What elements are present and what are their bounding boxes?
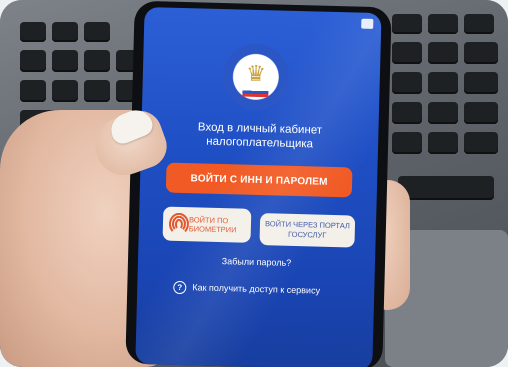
photo-frame: ♛ Вход в личный кабинет налогоплательщик…: [0, 0, 508, 367]
login-biometrics-label: ВОЙТИ ПО БИОМЕТРИИ: [188, 215, 237, 235]
forgot-password-link[interactable]: Забыли пароль?: [138, 254, 375, 270]
keyboard-key: [84, 50, 110, 72]
keyboard-key: [428, 14, 458, 34]
login-inn-password-button[interactable]: ВОЙТИ С ИНН И ПАРОЛЕМ: [165, 162, 353, 198]
keyboard-key: [84, 22, 110, 42]
keyboard-key: [84, 80, 110, 102]
smartphone: ♛ Вход в личный кабинет налогоплательщик…: [125, 0, 392, 367]
eagle-icon: ♛: [245, 60, 267, 87]
keyboard-key: [20, 22, 46, 42]
keyboard-key: [52, 50, 78, 72]
login-biometrics-button[interactable]: ВОЙТИ ПО БИОМЕТРИИ: [162, 206, 252, 243]
keyboard-spacebar: [398, 176, 494, 200]
access-help-link[interactable]: ? Как получить доступ к сервису: [173, 280, 320, 298]
keyboard-key: [20, 50, 46, 72]
question-circle-icon: ?: [173, 280, 187, 294]
keyboard-key: [428, 42, 458, 64]
phone-screen: ♛ Вход в личный кабинет налогоплательщик…: [135, 6, 382, 367]
login-gosuslugi-button[interactable]: ВОЙТИ ЧЕРЕЗ ПОРТАЛ ГОСУСЛУГ: [259, 213, 356, 248]
keyboard-key: [52, 22, 78, 42]
keyboard-key: [464, 14, 494, 34]
access-help-label: Как получить доступ к сервису: [192, 282, 321, 296]
keyboard-key: [428, 132, 458, 154]
notification-icon: [361, 18, 374, 29]
keyboard-key: [428, 72, 458, 94]
keyboard-key: [392, 14, 422, 34]
keyboard-key: [392, 132, 422, 154]
keyboard-key: [428, 102, 458, 124]
keyboard-key: [464, 102, 498, 124]
keyboard-key: [464, 42, 498, 64]
tax-service-emblem-icon: ♛: [221, 43, 290, 111]
keyboard-key: [20, 80, 46, 102]
login-title: Вход в личный кабинет налогоплательщика: [197, 121, 323, 151]
keyboard-key: [392, 72, 422, 94]
fingerprint-icon: [168, 212, 190, 236]
keyboard-key: [464, 72, 498, 94]
keyboard-key: [464, 132, 498, 154]
keyboard-key: [52, 80, 78, 102]
keyboard-key: [392, 42, 422, 64]
keyboard-key: [392, 102, 422, 124]
flag-icon: [242, 87, 269, 98]
